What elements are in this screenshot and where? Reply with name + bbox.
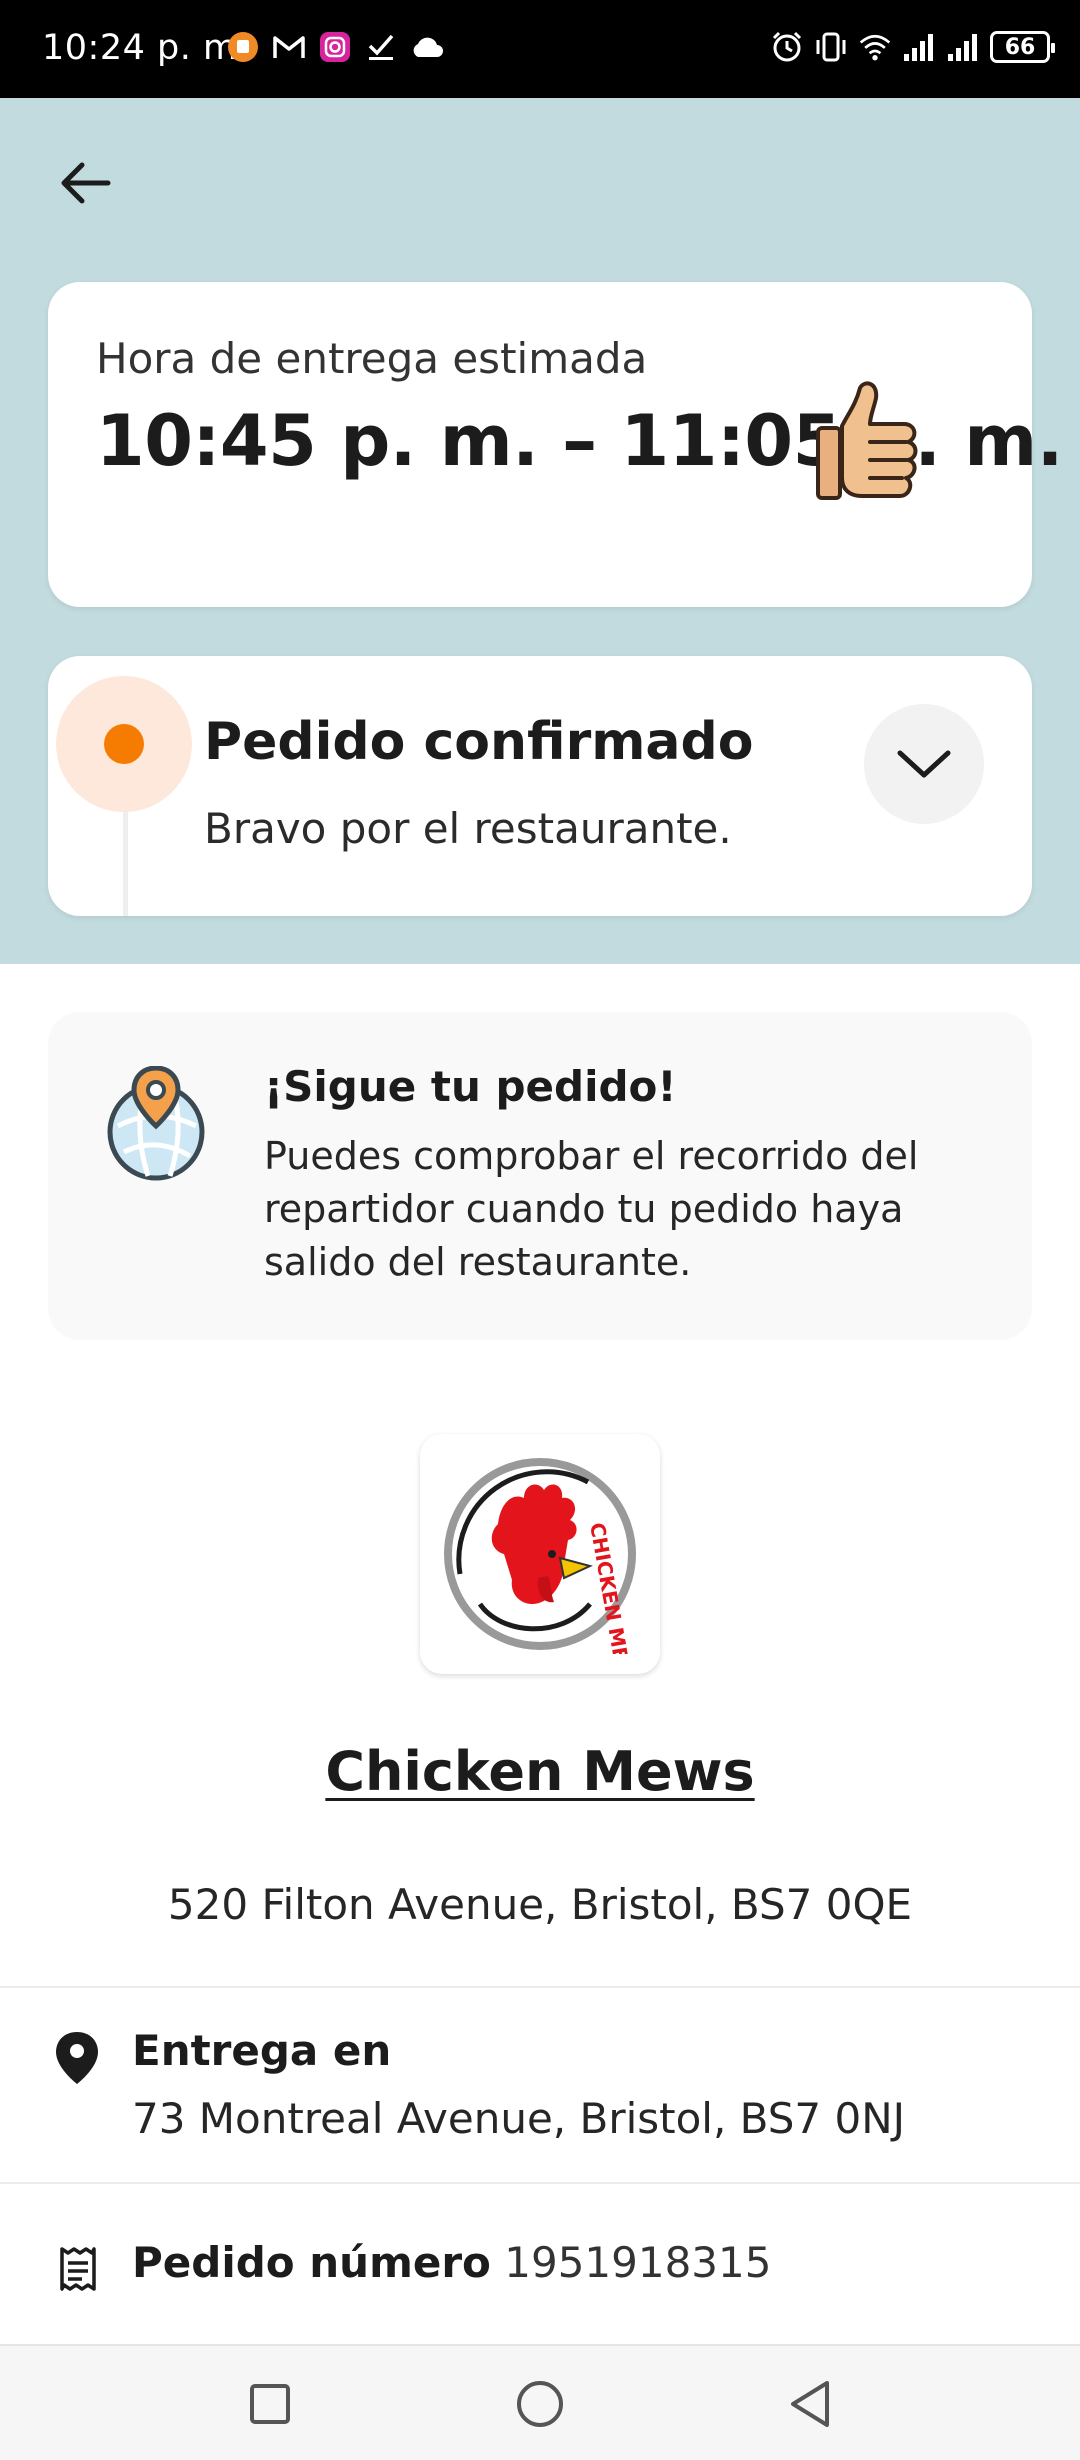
restaurant-logo[interactable]: CHICKEN MEWS bbox=[420, 1434, 660, 1674]
chevron-down-icon bbox=[897, 750, 951, 778]
restaurant-address: 520 Filton Avenue, Bristol, BS7 0QE bbox=[167, 1880, 913, 1929]
thumbs-up-icon bbox=[808, 374, 933, 509]
status-bar: 10:24 p. m. 66 bbox=[0, 0, 1080, 98]
tracking-info-card: ¡Sigue tu pedido! Puedes comprobar el re… bbox=[48, 1012, 1032, 1340]
order-status-title: Pedido confirmado bbox=[204, 712, 754, 772]
signal-icon bbox=[902, 30, 936, 64]
status-indicator-dot bbox=[104, 724, 144, 764]
eta-card: Hora de entrega estimada 10:45 p. m. – 1… bbox=[48, 282, 1063, 607]
cloud-icon bbox=[410, 30, 444, 64]
signal-icon bbox=[946, 30, 980, 64]
order-number-label: Pedido número bbox=[132, 2238, 491, 2287]
order-number-value: 1951918315 bbox=[504, 2238, 772, 2287]
order-status-subtitle: Bravo por el restaurante. bbox=[204, 804, 732, 853]
expand-status-button[interactable] bbox=[864, 704, 984, 824]
alarm-icon bbox=[770, 30, 804, 64]
eta-label: Hora de entrega estimada bbox=[96, 334, 648, 383]
system-navigation-bar bbox=[0, 2344, 1080, 2460]
tracking-title: ¡Sigue tu pedido! bbox=[264, 1062, 677, 1111]
triangle-back-icon bbox=[791, 2381, 829, 2427]
square-icon bbox=[250, 2384, 290, 2424]
divider bbox=[0, 1986, 1080, 1988]
receipt-icon bbox=[56, 2246, 100, 2292]
order-status-card: Pedido confirmado Bravo por el restauran… bbox=[48, 656, 1032, 916]
map-pin-globe-icon bbox=[104, 1065, 210, 1184]
notification-icons bbox=[226, 30, 444, 64]
delivery-address: 73 Montreal Avenue, Bristol, BS7 0NJ bbox=[132, 2094, 906, 2143]
back-button[interactable] bbox=[50, 148, 120, 218]
order-number-row: Pedido número 1951918315 bbox=[132, 2238, 771, 2287]
recent-apps-button[interactable] bbox=[240, 2374, 300, 2434]
home-button[interactable] bbox=[510, 2374, 570, 2434]
restaurant-name-container: Chicken Mews bbox=[0, 1740, 1080, 1803]
battery-icon: 66 bbox=[990, 31, 1055, 63]
restaurant-name-link[interactable]: Chicken Mews bbox=[325, 1740, 754, 1803]
delivery-label: Entrega en bbox=[132, 2026, 392, 2075]
instagram-icon bbox=[318, 30, 352, 64]
circle-icon bbox=[517, 2381, 563, 2427]
checkmark-icon bbox=[364, 30, 398, 64]
location-pin-icon bbox=[52, 2030, 102, 2086]
back-arrow-icon bbox=[61, 162, 111, 204]
app-notification-icon bbox=[226, 30, 260, 64]
status-time: 10:24 p. m. bbox=[42, 28, 250, 68]
divider bbox=[0, 2182, 1080, 2184]
vibrate-icon bbox=[814, 30, 848, 64]
gmail-icon bbox=[272, 30, 306, 64]
system-icons: 66 bbox=[770, 30, 1055, 64]
wifi-icon bbox=[858, 30, 892, 64]
tracking-description: Puedes comprobar el recorrido del repart… bbox=[264, 1134, 919, 1284]
back-nav-button[interactable] bbox=[780, 2374, 840, 2434]
